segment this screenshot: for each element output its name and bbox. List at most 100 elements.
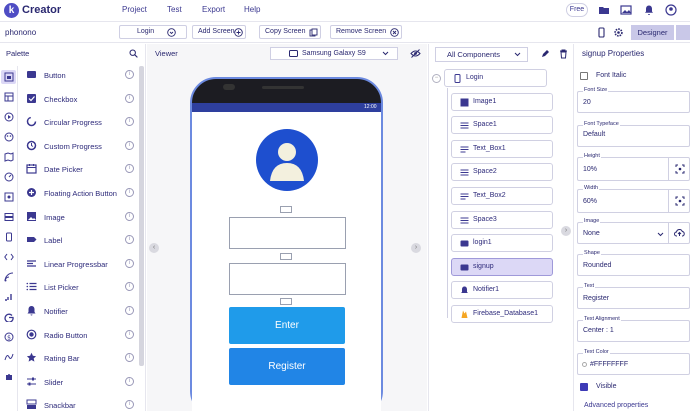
palette-item-circular-progress[interactable]: Circular Progress i [24, 111, 138, 134]
monetization-icon[interactable]: $ [4, 332, 14, 342]
palette-item-radio-button[interactable]: Radio Button i [24, 324, 138, 347]
palette-item-list-picker[interactable]: List Picker i [24, 276, 138, 299]
media-icon[interactable] [4, 112, 14, 122]
drawing-icon[interactable] [4, 132, 14, 142]
text-box-1[interactable] [229, 217, 346, 249]
extension-icon[interactable] [4, 372, 14, 382]
text-alignment-field[interactable]: Text Alignment Center : 1 [577, 316, 690, 342]
width-field[interactable]: Width 60% [577, 185, 690, 213]
palette-item-custom-progress[interactable]: Custom Progress i [24, 135, 138, 158]
palette-item-snackbar[interactable]: Snackbar i [24, 394, 138, 411]
maps-icon[interactable] [4, 152, 14, 162]
color-swatch[interactable] [582, 362, 587, 367]
info-icon[interactable]: i [125, 330, 134, 339]
folder-icon[interactable] [598, 4, 610, 16]
palette-item-floating-action-button[interactable]: Floating Action Button i [24, 182, 138, 205]
enter-button[interactable]: Enter [229, 307, 345, 344]
font-italic-checkbox[interactable] [580, 72, 588, 80]
visible-checkbox[interactable] [580, 383, 588, 391]
height-field[interactable]: Height 10% [577, 153, 690, 181]
menu-help[interactable]: Help [244, 5, 260, 14]
chevron-down-icon[interactable] [657, 232, 664, 237]
tree-node-firebase-database1[interactable]: Firebase_Database1 [451, 305, 553, 323]
palette-item-date-picker[interactable]: Date Picker i [24, 158, 138, 181]
google-icon[interactable] [4, 312, 14, 322]
font-typeface-field[interactable]: Font Typeface Default [577, 121, 690, 147]
text-box-2[interactable] [229, 263, 346, 295]
palette-item-label[interactable]: Label i [24, 229, 138, 252]
info-icon[interactable]: i [125, 259, 134, 268]
components-filter-select[interactable]: All Components [435, 47, 528, 62]
edit-pencil-icon[interactable] [541, 49, 550, 58]
palette-item-slider[interactable]: Slider i [24, 371, 138, 394]
info-icon[interactable]: i [125, 141, 134, 150]
info-icon[interactable]: i [125, 353, 134, 362]
info-icon[interactable]: i [125, 188, 134, 197]
connectivity-icon[interactable] [4, 272, 14, 282]
account-icon[interactable] [665, 4, 677, 16]
palette-item-linear-progressbar[interactable]: Linear Progressbar i [24, 253, 138, 276]
info-icon[interactable]: i [125, 117, 134, 126]
gallery-icon[interactable] [620, 4, 632, 16]
palette-item-rating-bar[interactable]: Rating Bar i [24, 347, 138, 370]
notification-bell-icon[interactable] [643, 4, 655, 16]
info-icon[interactable]: i [125, 400, 134, 409]
upload-image-button[interactable] [668, 223, 689, 243]
animation-icon[interactable] [4, 352, 14, 362]
height-mode-button[interactable] [668, 158, 689, 180]
plan-button[interactable]: Free [566, 3, 588, 17]
font-size-field[interactable]: Font Size 20 [577, 87, 690, 113]
register-button[interactable]: Register [229, 348, 345, 385]
device-select[interactable]: Samsung Galaxy S9 [270, 47, 398, 60]
tree-node-image1[interactable]: Image1 [451, 93, 553, 111]
info-icon[interactable]: i [125, 235, 134, 244]
info-icon[interactable]: i [125, 282, 134, 291]
remove-screen-button[interactable]: Remove Screen [330, 25, 402, 39]
device-icon[interactable] [4, 232, 14, 242]
sensors-icon[interactable] [4, 172, 14, 182]
text-field[interactable]: Text Register [577, 283, 690, 309]
designer-tab[interactable]: Designer [631, 25, 674, 40]
space-component[interactable] [280, 206, 292, 213]
text-color-field[interactable]: Text Color #FFFFFFFF [577, 349, 690, 375]
delete-trash-icon[interactable] [559, 49, 568, 59]
menu-project[interactable]: Project [122, 5, 147, 14]
info-icon[interactable]: i [125, 212, 134, 221]
info-icon[interactable]: i [125, 164, 134, 173]
tree-node-signup[interactable]: signup [451, 258, 553, 276]
tree-node-space1[interactable]: Space1 [451, 116, 553, 134]
space-component[interactable] [280, 253, 292, 260]
code-icon[interactable] [4, 252, 14, 262]
collapse-tree-icon[interactable]: − [432, 74, 441, 83]
menu-test[interactable]: Test [167, 5, 182, 14]
menu-export[interactable]: Export [202, 5, 225, 14]
palette-item-button[interactable]: Button i [24, 64, 138, 87]
palette-item-notifier[interactable]: Notifier i [24, 300, 138, 323]
tree-node-text-box1[interactable]: Text_Box1 [451, 140, 553, 158]
copy-screen-button[interactable]: Copy Screen [259, 25, 321, 39]
add-screen-button[interactable]: Add Screen [192, 25, 246, 39]
shape-field[interactable]: Shape Rounded [577, 250, 690, 276]
tree-node-space2[interactable]: Space2 [451, 163, 553, 181]
advanced-properties-link[interactable]: Advanced properties [584, 402, 648, 409]
info-icon[interactable]: i [125, 306, 134, 315]
settings-gear-icon[interactable] [613, 27, 624, 38]
social-icon[interactable] [4, 192, 14, 202]
palette-scrollbar[interactable] [139, 66, 144, 366]
width-mode-button[interactable] [668, 190, 689, 212]
tree-node-space3[interactable]: Space3 [451, 211, 553, 229]
image-field[interactable]: Image None [577, 218, 690, 244]
network-icon[interactable] [4, 292, 14, 302]
tree-node-notifier1[interactable]: Notifier1 [451, 281, 553, 299]
tree-node-text-box2[interactable]: Text_Box2 [451, 187, 553, 205]
hide-preview-icon[interactable] [410, 49, 421, 58]
tree-node-login[interactable]: Login [444, 69, 547, 87]
layout-icon[interactable] [4, 92, 14, 102]
info-icon[interactable]: i [125, 70, 134, 79]
storage-icon[interactable] [4, 212, 14, 222]
search-icon[interactable] [129, 49, 138, 58]
palette-item-checkbox[interactable]: Checkbox i [24, 88, 138, 111]
phone-preview-icon[interactable] [596, 27, 607, 38]
chevron-right-icon[interactable]: › [561, 226, 571, 236]
palette-item-image[interactable]: Image i [24, 206, 138, 229]
